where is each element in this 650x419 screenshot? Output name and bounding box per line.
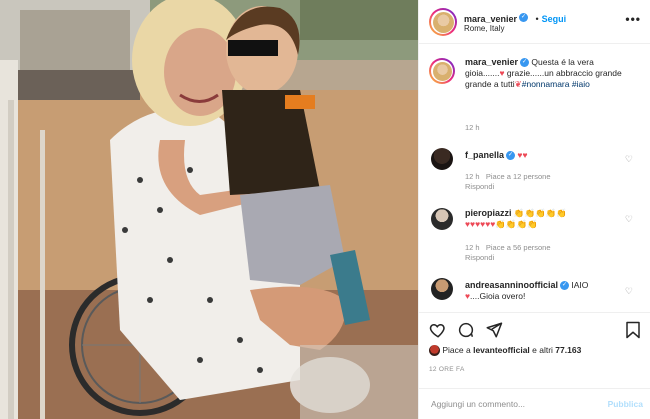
comment-text-a: IAIO bbox=[571, 280, 589, 290]
bookmark-icon[interactable] bbox=[625, 321, 641, 339]
commenter-username[interactable]: pieropiazzi bbox=[465, 208, 512, 218]
comment-emoji: ♥♥ bbox=[517, 150, 528, 160]
verified-badge-icon: ✓ bbox=[519, 13, 529, 23]
strawberry-emoji-icon: ❦ bbox=[514, 79, 522, 89]
comment-like-heart-icon[interactable]: ♡ bbox=[625, 286, 633, 297]
comment-emoji-line1: 👏👏👏👏👏 bbox=[513, 208, 567, 218]
post-location[interactable]: Rome, Italy bbox=[464, 24, 504, 33]
heart-icon[interactable] bbox=[429, 321, 447, 339]
liker-username[interactable]: levanteofficial bbox=[473, 345, 530, 355]
post-photo[interactable] bbox=[0, 0, 418, 419]
more-dots-icon[interactable]: ••• bbox=[625, 12, 641, 26]
comment-likes[interactable]: Piace a 12 persone bbox=[486, 172, 551, 181]
separator-dot: • bbox=[535, 14, 539, 24]
verified-badge-icon: ✓ bbox=[560, 281, 570, 291]
hashtag-iaio[interactable]: #iaio bbox=[572, 79, 590, 89]
caption-avatar[interactable] bbox=[429, 58, 455, 84]
comment-text-b: ....Gioia overo! bbox=[470, 291, 526, 301]
comment-like-heart-icon[interactable]: ♡ bbox=[625, 154, 633, 165]
commenter-avatar[interactable] bbox=[431, 278, 453, 300]
verified-badge-icon: ✓ bbox=[520, 58, 530, 68]
comment-like-heart-icon[interactable]: ♡ bbox=[625, 214, 633, 225]
caption-text: mara_venier ✓ Questa é la vera gioia.....… bbox=[465, 57, 635, 90]
commenter-username[interactable]: andreasanninoofficial bbox=[465, 280, 558, 290]
follow-button[interactable]: Segui bbox=[542, 14, 567, 24]
caption-username[interactable]: mara_venier bbox=[465, 57, 518, 67]
likes-summary[interactable]: Piace a levanteofficial e altri 77.163 bbox=[429, 345, 644, 357]
post-timestamp: 12 ORE FA bbox=[429, 366, 465, 373]
comment-time: 12 h bbox=[465, 172, 480, 181]
verified-badge-icon: ✓ bbox=[506, 151, 516, 161]
reply-link[interactable]: Rispondi bbox=[465, 252, 494, 263]
reply-link[interactable]: Rispondi bbox=[465, 181, 494, 192]
photo-illustration bbox=[0, 0, 418, 419]
comment-time: 12 h bbox=[465, 243, 480, 252]
author-avatar[interactable] bbox=[429, 8, 457, 36]
comment-likes[interactable]: Piace a 56 persone bbox=[486, 243, 551, 252]
caption-time: 12 h bbox=[465, 123, 480, 132]
post-actions-bar bbox=[419, 312, 650, 346]
liker-avatar bbox=[429, 345, 440, 357]
add-comment-input[interactable]: Aggiungi un commento... bbox=[431, 399, 525, 409]
publish-button[interactable]: Pubblica bbox=[608, 399, 643, 409]
likes-suffix: e altri bbox=[529, 345, 556, 355]
hashtag-nonnamara[interactable]: #nonnamara bbox=[522, 79, 570, 89]
add-comment-bar: Aggiungi un commento... Pubblica bbox=[419, 388, 650, 419]
instagram-post-embed: mara_venier ✓ • Segui Rome, Italy ••• mara… bbox=[0, 0, 650, 419]
likes-count[interactable]: 77.163 bbox=[555, 345, 581, 355]
share-icon[interactable] bbox=[485, 321, 503, 339]
commenter-avatar[interactable] bbox=[431, 148, 453, 170]
commenter-username[interactable]: f_panella bbox=[465, 150, 504, 160]
comment-emoji-line2: ♥♥♥♥♥♥👏👏👏👏 bbox=[465, 219, 538, 229]
post-header: mara_venier ✓ • Segui Rome, Italy ••• bbox=[419, 0, 650, 44]
author-username[interactable]: mara_venier bbox=[464, 14, 517, 24]
comment-icon[interactable] bbox=[457, 321, 475, 339]
likes-prefix: Piace a bbox=[442, 345, 474, 355]
post-side-panel: mara_venier ✓ • Segui Rome, Italy ••• mara… bbox=[418, 0, 650, 419]
commenter-avatar[interactable] bbox=[431, 208, 453, 230]
